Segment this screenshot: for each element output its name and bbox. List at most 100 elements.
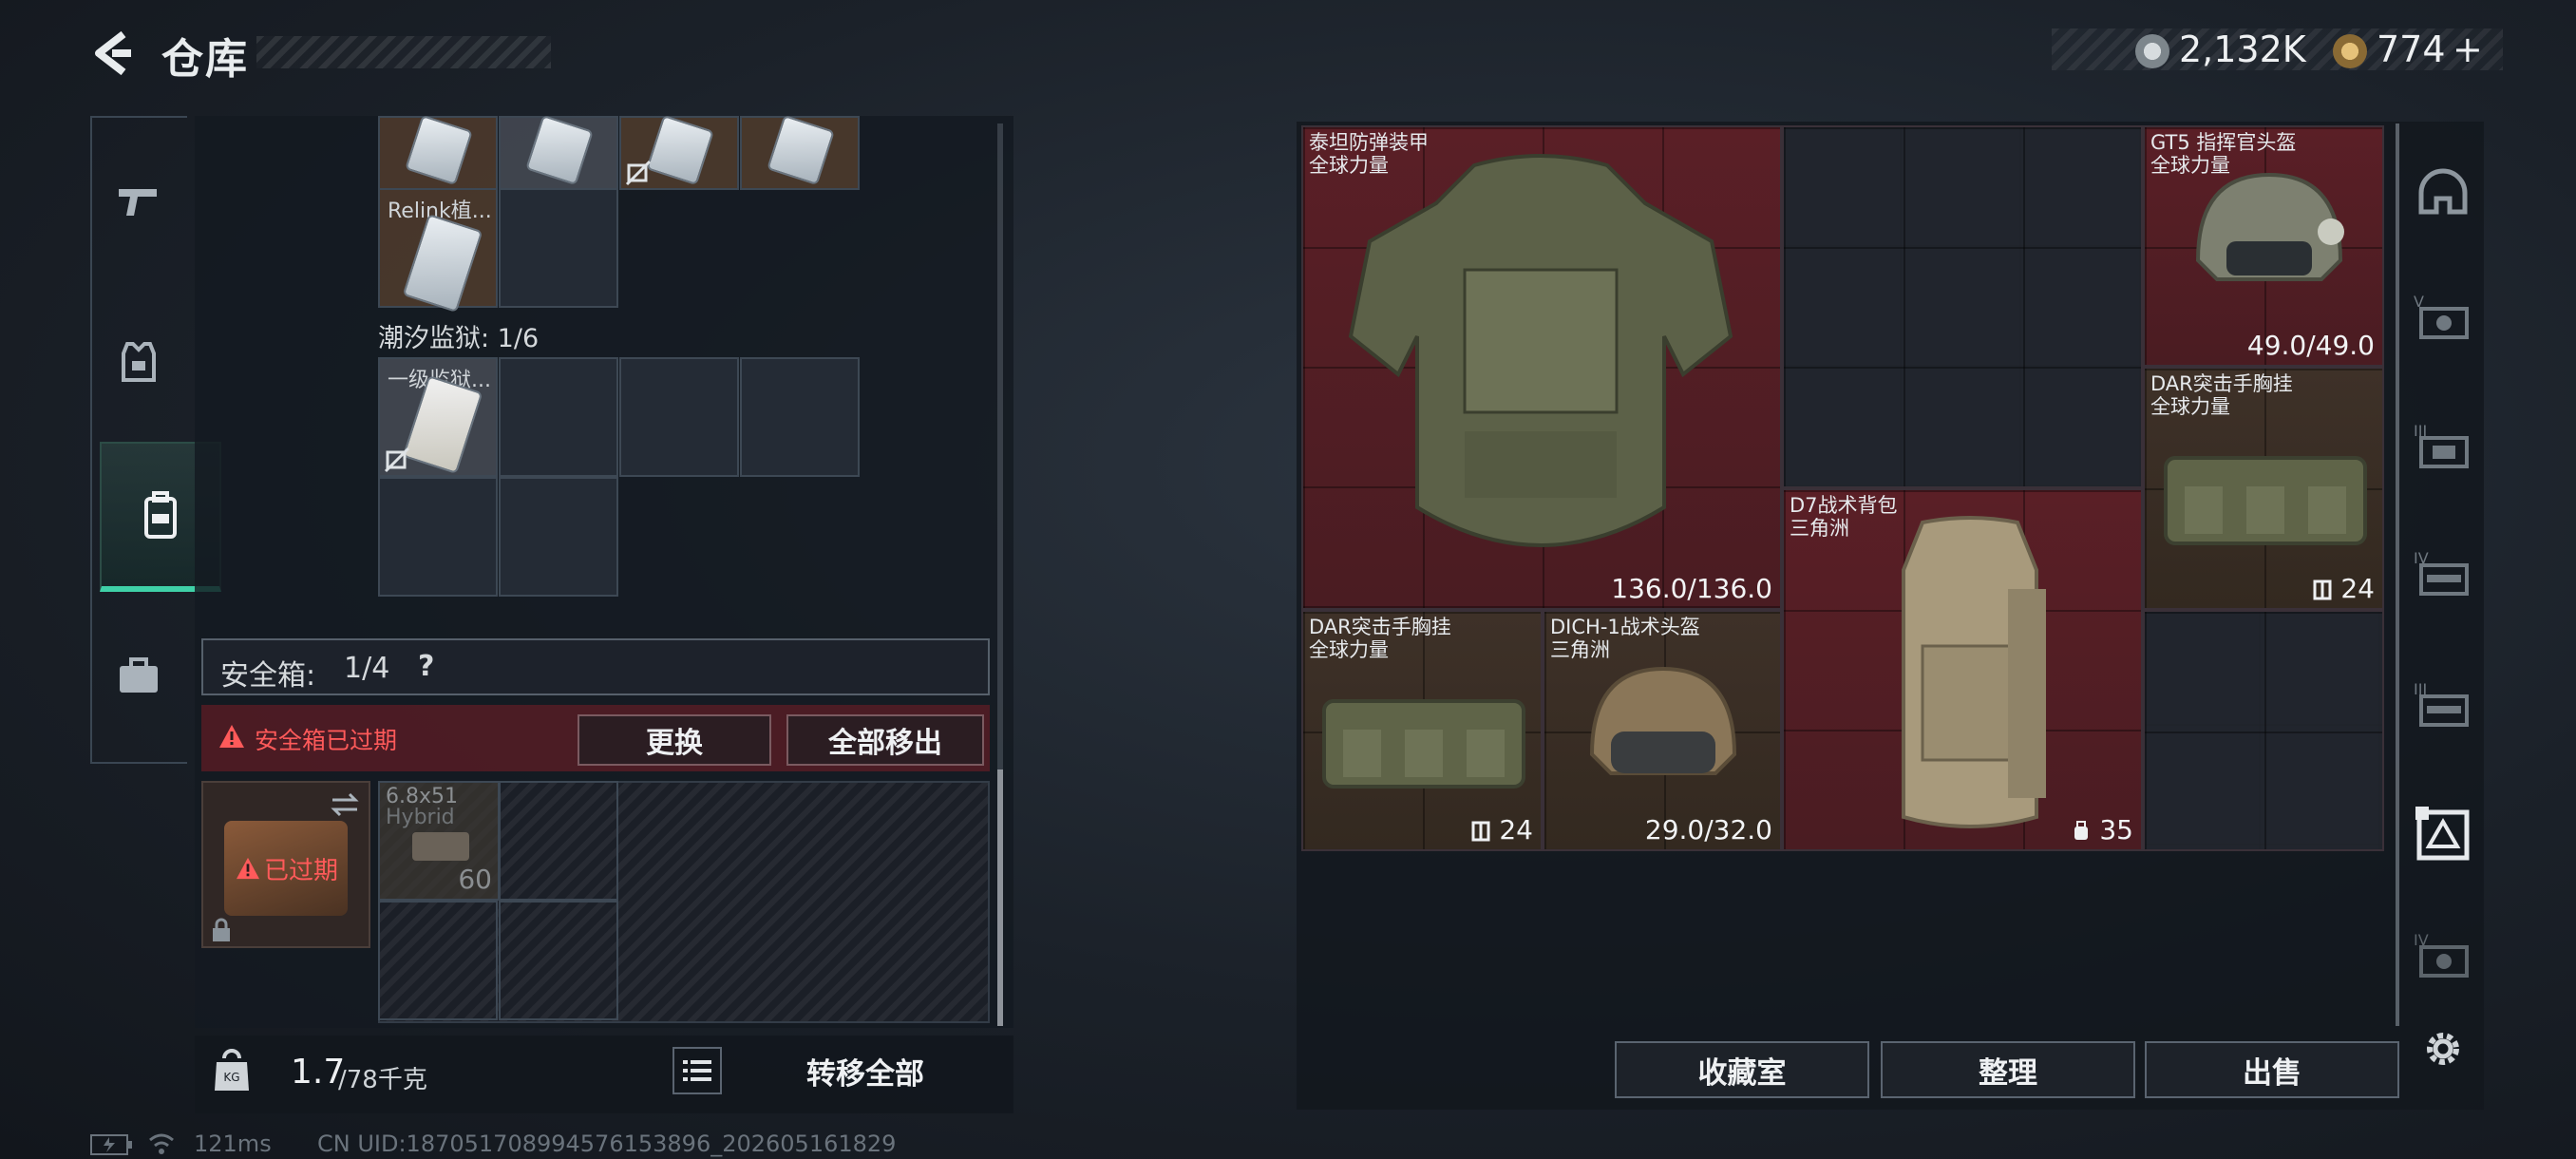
- safe-slot-empty[interactable]: [378, 901, 498, 1020]
- equip-slot-backpack[interactable]: D7战术背包 三角洲 35: [1782, 488, 2143, 851]
- card-item-icon: [525, 114, 594, 186]
- backpack-capacity-icon: [2074, 821, 2089, 840]
- safe-box-header: 安全箱: 1/4 ?: [201, 638, 990, 695]
- rail-item-helmet[interactable]: [2413, 163, 2473, 220]
- help-icon[interactable]: ?: [418, 650, 434, 683]
- ammo-box-icon: [412, 832, 469, 861]
- swap-icon[interactable]: [329, 790, 361, 819]
- safe-box-expired-text: 安全箱已过期: [255, 727, 398, 754]
- d7-backpack-image: [1902, 516, 2046, 828]
- replace-button[interactable]: 更换: [578, 714, 771, 766]
- safe-box-slot[interactable]: 已过期: [201, 781, 370, 948]
- nav-weapons[interactable]: [102, 163, 176, 238]
- stash-slot-empty[interactable]: [499, 188, 618, 308]
- equip-slot-helmet[interactable]: GT5 指挥官头盔 全球力量 49.0/49.0: [2143, 125, 2384, 367]
- safe-box-count: 1/4: [344, 652, 390, 685]
- stash-slot-empty[interactable]: [378, 477, 498, 597]
- page-title: 仓库: [161, 35, 249, 84]
- chest-rig-image: [2164, 456, 2367, 545]
- nav-armor[interactable]: [102, 325, 176, 399]
- card-item-icon: [405, 114, 473, 186]
- warning-icon: [237, 857, 259, 880]
- uid-text: CN UID:1870517089945761538​96_2026051618…: [317, 1130, 897, 1157]
- helmet-rail-icon: [2418, 168, 2468, 215]
- ping-text: 121ms: [194, 1130, 272, 1157]
- equip-slot-chest-rig[interactable]: DAR突击手胸挂 全球力量 24: [2143, 367, 2384, 610]
- armor-vest-image: [1348, 154, 1733, 547]
- warning-icon: [219, 725, 244, 748]
- equip-slot-armor[interactable]: 泰坦防弹装甲 全球力量 136.0/136.0: [1301, 125, 1782, 610]
- rail-item-tier4[interactable]: IV: [2413, 545, 2473, 602]
- stash-slot-empty[interactable]: [619, 357, 739, 477]
- equip-slot-empty[interactable]: [2143, 610, 2384, 851]
- rig-capacity-icon: [1471, 821, 1490, 842]
- stash-slot[interactable]: [499, 114, 618, 190]
- equip-slot-chest-rig-2[interactable]: DAR突击手胸挂 全球力量 24: [1301, 610, 1543, 851]
- tier-iii-icon: III: [2414, 422, 2469, 468]
- stash-slot[interactable]: [619, 114, 739, 190]
- stash-slot-empty[interactable]: [499, 477, 618, 597]
- card-item-icon: [767, 114, 835, 186]
- nav-briefcase[interactable]: [102, 638, 176, 712]
- rail-item-safebox[interactable]: [2413, 806, 2473, 863]
- weight-icon: KG: [215, 1049, 249, 1091]
- chest-rig-name: DAR突击手胸挂 全球力量: [2150, 372, 2293, 418]
- list-icon: [683, 1060, 711, 1081]
- rail-item-tier5[interactable]: V: [2413, 289, 2473, 346]
- prison-section-label: 潮汐监狱: 1/6: [378, 324, 540, 353]
- rail-item-tier3[interactable]: III: [2413, 418, 2473, 475]
- relink-card-icon: [402, 213, 483, 314]
- vest-icon: [122, 342, 156, 382]
- gear-icon: [2427, 1033, 2459, 1065]
- safe-box-rail-icon: [2415, 807, 2470, 861]
- unusable-icon: [625, 160, 652, 186]
- rail-item-tier4b[interactable]: IV: [2413, 927, 2473, 984]
- stash-slot-empty[interactable]: [740, 357, 860, 477]
- rig-capacity-icon: [2313, 580, 2332, 600]
- currency-silver: 2,132K: [2179, 28, 2306, 70]
- stash-slot-prison-card[interactable]: 一级监狱...: [378, 357, 498, 477]
- collection-room-button[interactable]: 收藏室: [1615, 1041, 1869, 1098]
- helmet-2-durability: 29.0/32.0: [1644, 814, 1772, 846]
- safe-slot-empty[interactable]: [499, 901, 618, 1020]
- rail-divider: [2396, 124, 2399, 1026]
- gold-coin-icon: [2333, 34, 2367, 68]
- list-view-button[interactable]: [672, 1047, 722, 1094]
- dich-helmet-image: [1589, 666, 1737, 775]
- weight-max: /78千克: [338, 1066, 427, 1094]
- helmet-durability: 49.0/49.0: [2246, 330, 2375, 361]
- sort-button[interactable]: 整理: [1881, 1041, 2135, 1098]
- equip-slot-empty[interactable]: [1782, 125, 2143, 488]
- ammo-slot[interactable]: 6.8x51 Hybrid 60: [378, 781, 500, 901]
- battery-icon: [90, 1134, 132, 1155]
- move-all-out-button[interactable]: 全部移出: [786, 714, 984, 766]
- backpack-capacity: 35: [2072, 814, 2133, 846]
- unusable-icon: [384, 446, 410, 473]
- ammo-type: Hybrid: [386, 806, 455, 829]
- card-item-icon: [646, 114, 714, 186]
- stash-slot-empty[interactable]: [499, 357, 618, 477]
- stash-scroll-thumb[interactable]: [997, 770, 1003, 1026]
- settings-button[interactable]: [2413, 1020, 2473, 1077]
- safe-box-label: 安全箱:: [220, 659, 316, 693]
- weight-current: 1.7: [291, 1053, 346, 1092]
- sell-button[interactable]: 出售: [2145, 1041, 2399, 1098]
- stash-slot-relink[interactable]: Relink植...: [378, 188, 498, 314]
- stash-slot[interactable]: [378, 114, 498, 190]
- stash-slot[interactable]: [740, 114, 860, 190]
- chest-rig-2-image: [1322, 699, 1525, 788]
- chest-rig-capacity: 24: [2313, 573, 2375, 604]
- tier-v-icon: V: [2414, 293, 2469, 339]
- rail-item-tier3b[interactable]: III: [2413, 676, 2473, 733]
- equip-slot-helmet-2[interactable]: DICH-1战术头盔 三角洲 29.0/32.0: [1543, 610, 1782, 851]
- add-currency-button[interactable]: +: [2453, 28, 2483, 70]
- title-stripe: [256, 36, 551, 68]
- briefcase-icon: [120, 657, 158, 693]
- wifi-icon: [149, 1133, 174, 1154]
- tier-iv-icon: IV: [2414, 549, 2469, 596]
- transfer-all-button[interactable]: 转移全部: [731, 1041, 999, 1100]
- safe-slot-empty[interactable]: [499, 781, 618, 901]
- currency-gold: 774: [2377, 28, 2446, 70]
- back-arrow-icon[interactable]: [87, 28, 137, 78]
- lock-icon: [213, 918, 230, 941]
